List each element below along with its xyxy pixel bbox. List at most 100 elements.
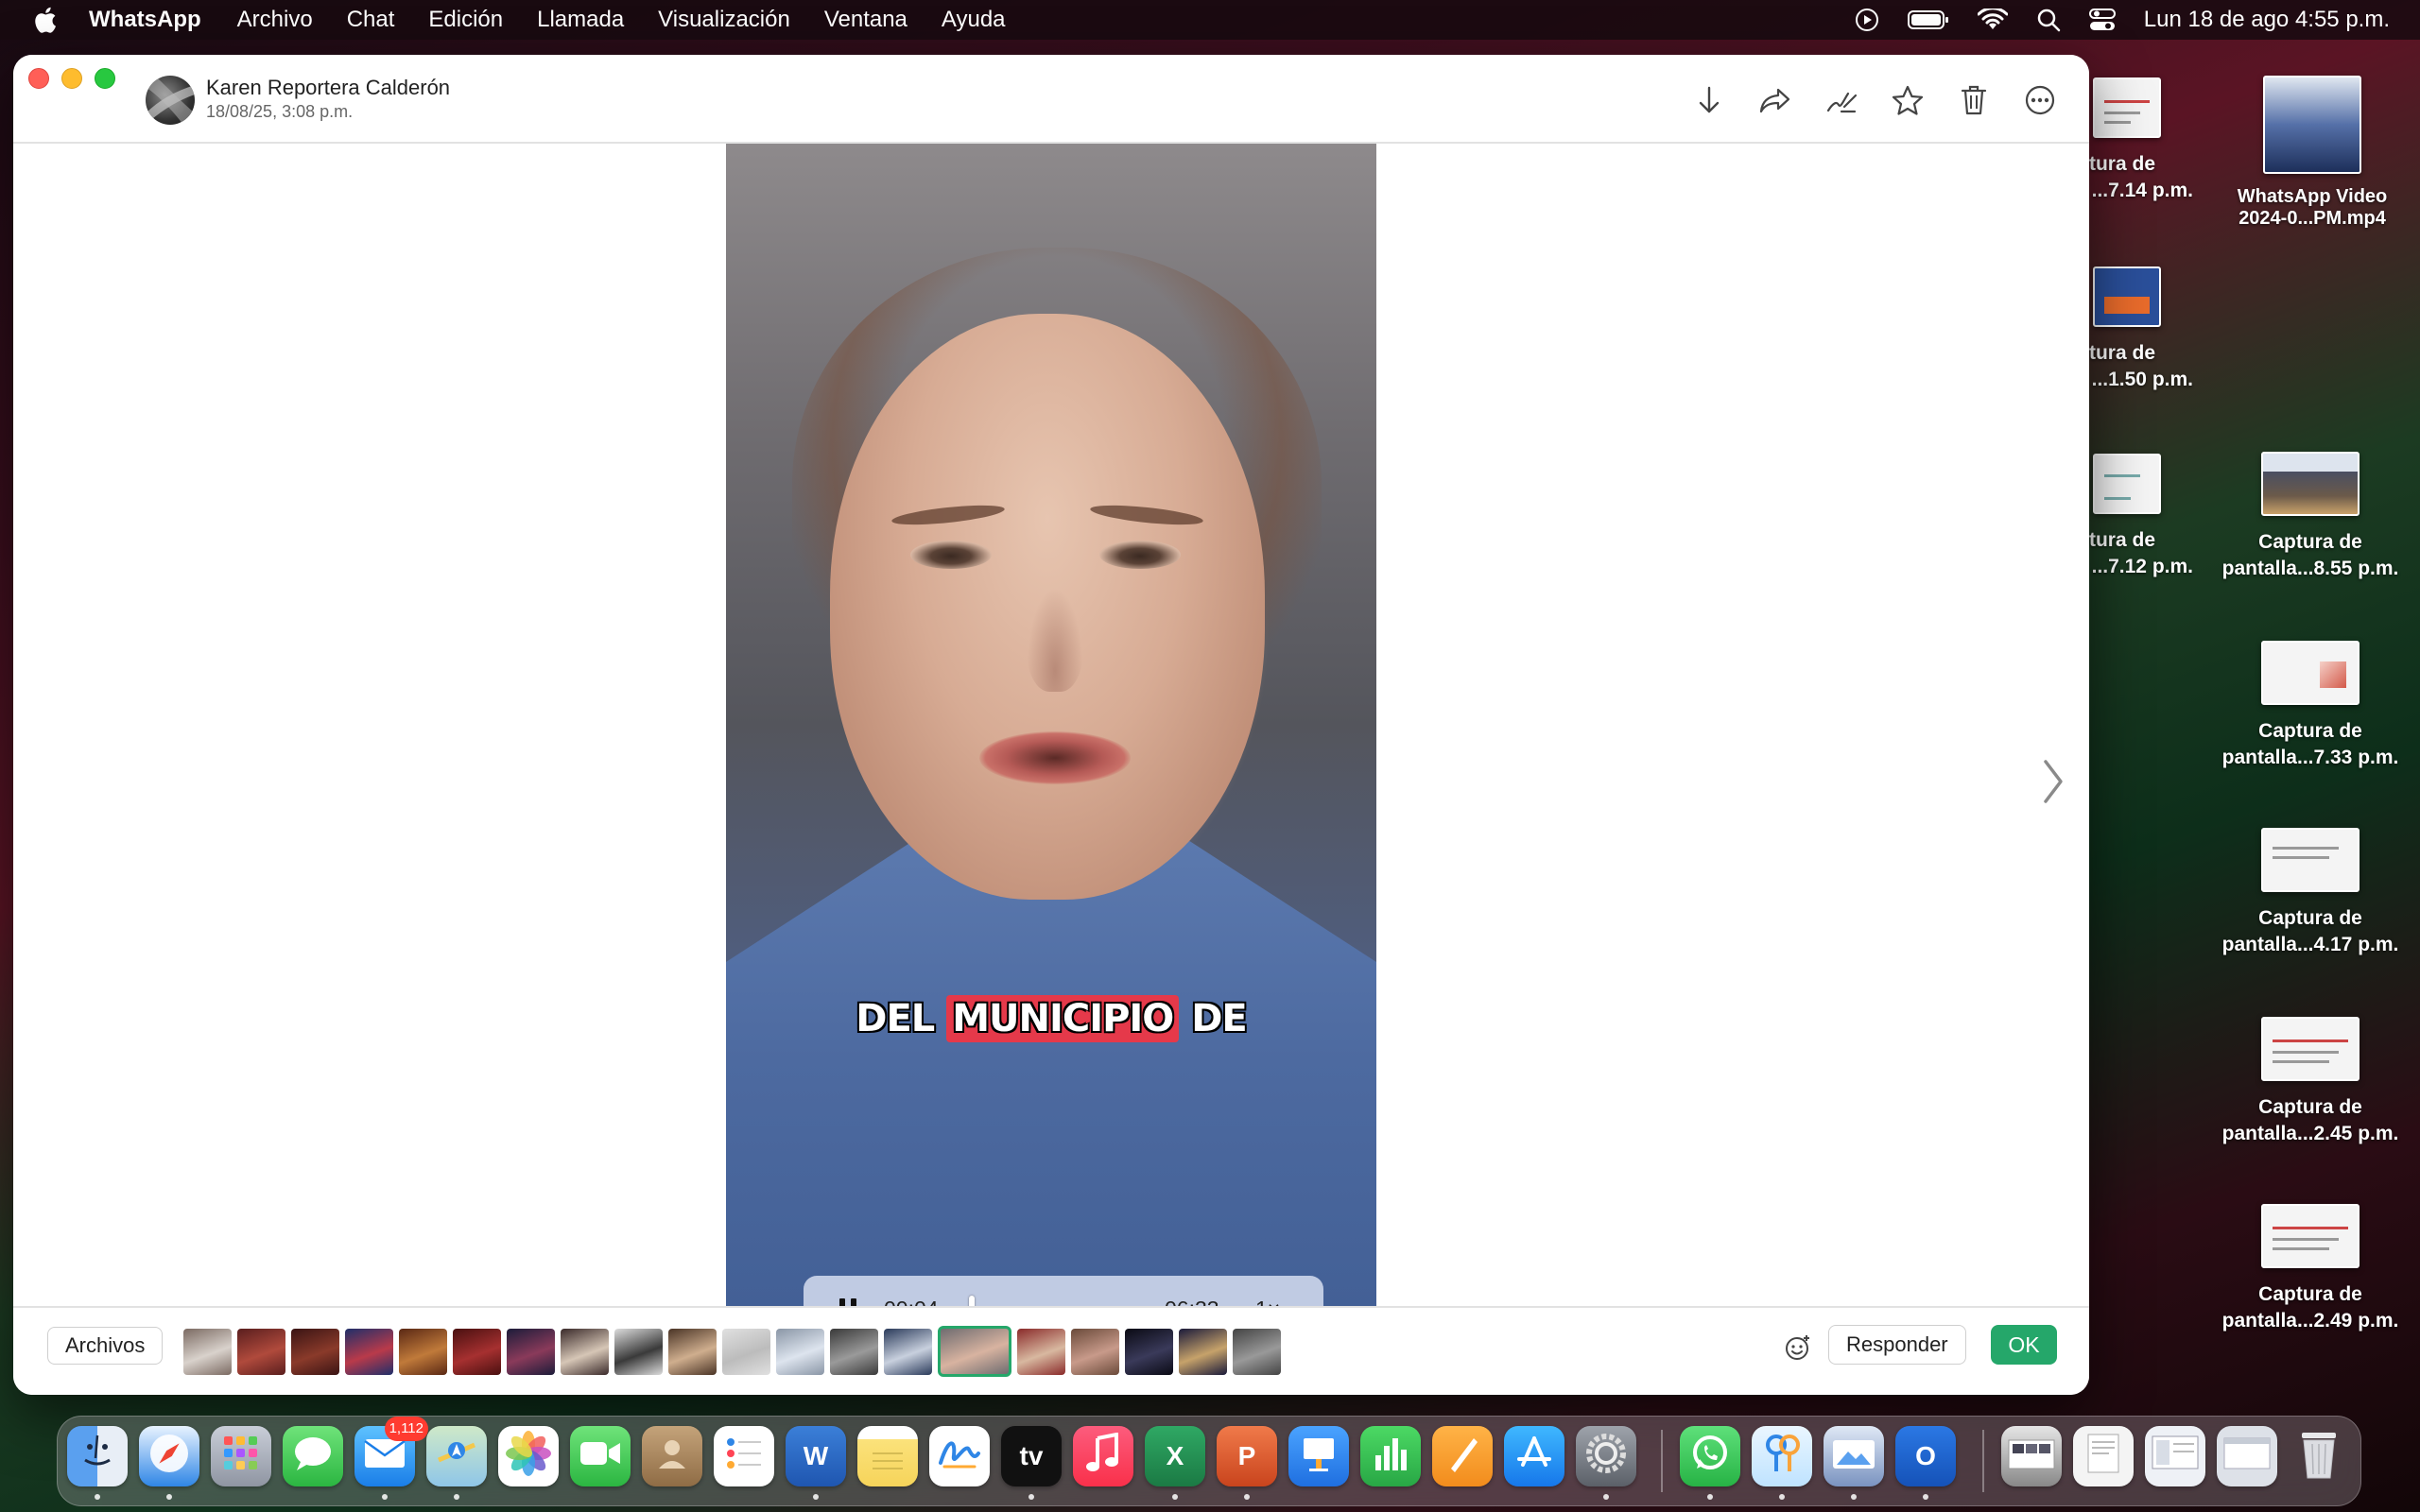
dock-maps[interactable] bbox=[426, 1426, 487, 1486]
desktop-file[interactable]: Captura de pantalla...2.45 p.m. bbox=[2206, 1017, 2414, 1147]
menu-chat[interactable]: Chat bbox=[347, 7, 395, 33]
dock-numbers[interactable] bbox=[1360, 1426, 1421, 1486]
desktop-file[interactable]: Captura de pantalla...7.33 p.m. bbox=[2206, 641, 2414, 771]
media-thumbnail-selected[interactable] bbox=[938, 1326, 1011, 1377]
dock-finder[interactable] bbox=[67, 1426, 128, 1486]
music-note-icon bbox=[1084, 1432, 1122, 1481]
menu-visualizacion[interactable]: Visualización bbox=[658, 7, 790, 33]
search-icon[interactable] bbox=[2036, 8, 2061, 32]
dock-whatsapp[interactable] bbox=[1680, 1426, 1740, 1486]
media-thumbnail[interactable] bbox=[399, 1329, 447, 1375]
dock-powerpoint[interactable]: P bbox=[1217, 1426, 1277, 1486]
dock-app-store[interactable] bbox=[1504, 1426, 1564, 1486]
dock-photos[interactable] bbox=[498, 1426, 559, 1486]
dock-preview[interactable] bbox=[1824, 1426, 1884, 1486]
dock-outlook[interactable]: O bbox=[1895, 1426, 1956, 1486]
media-thumbnail[interactable] bbox=[345, 1329, 393, 1375]
file-thumbnail bbox=[2261, 1204, 2360, 1268]
viewer-titlebar: Karen Reportera Calderón 18/08/25, 3:08 … bbox=[13, 55, 2089, 144]
dock-recent-file[interactable] bbox=[2001, 1426, 2062, 1486]
more-options-button[interactable] bbox=[2021, 83, 2059, 121]
dock-launchpad[interactable] bbox=[211, 1426, 271, 1486]
apple-menu-icon[interactable] bbox=[32, 6, 59, 34]
dock-music[interactable] bbox=[1073, 1426, 1133, 1486]
close-window-button[interactable] bbox=[28, 68, 49, 89]
files-button[interactable]: Archivos bbox=[47, 1327, 164, 1365]
media-thumbnail[interactable] bbox=[237, 1329, 285, 1375]
dock-contacts[interactable] bbox=[642, 1426, 702, 1486]
media-thumbnail[interactable] bbox=[668, 1329, 717, 1375]
markup-button[interactable] bbox=[1823, 83, 1860, 121]
forward-button[interactable] bbox=[1756, 83, 1794, 121]
delete-button[interactable] bbox=[1955, 83, 1993, 121]
video-frame[interactable]: DEL MUNICIPIO DE bbox=[726, 144, 1376, 1306]
menu-llamada[interactable]: Llamada bbox=[537, 7, 624, 33]
desktop-file[interactable]: Captura de pantalla...8.55 p.m. bbox=[2206, 452, 2414, 582]
media-thumbnail[interactable] bbox=[1179, 1329, 1227, 1375]
media-thumbnail[interactable] bbox=[1125, 1329, 1173, 1375]
app-store-icon bbox=[1513, 1433, 1555, 1481]
dock-messages[interactable] bbox=[283, 1426, 343, 1486]
media-thumbnail[interactable] bbox=[507, 1329, 555, 1375]
dock-trash[interactable] bbox=[2289, 1426, 2349, 1486]
contact-avatar[interactable] bbox=[146, 76, 195, 125]
play-circle-icon[interactable] bbox=[1855, 8, 1879, 32]
mail-envelope-icon bbox=[363, 1437, 406, 1476]
dock-reminders[interactable] bbox=[714, 1426, 774, 1486]
video-thumbnail bbox=[2263, 76, 2361, 174]
dock-passwords[interactable] bbox=[1752, 1426, 1812, 1486]
ok-button[interactable]: OK bbox=[1991, 1325, 2057, 1365]
battery-icon[interactable] bbox=[1907, 9, 1949, 30]
dock-recent-file[interactable] bbox=[2073, 1426, 2134, 1486]
download-button[interactable] bbox=[1690, 83, 1728, 121]
star-button[interactable] bbox=[1889, 83, 1927, 121]
media-thumbnail[interactable] bbox=[722, 1329, 770, 1375]
dock-recent-file[interactable] bbox=[2217, 1426, 2277, 1486]
dock-pages[interactable] bbox=[1432, 1426, 1493, 1486]
desktop-file[interactable]: Captura de pantalla...4.17 p.m. bbox=[2206, 828, 2414, 958]
media-thumbnail[interactable] bbox=[884, 1329, 932, 1375]
menu-edicion[interactable]: Edición bbox=[428, 7, 503, 33]
dock-facetime[interactable] bbox=[570, 1426, 631, 1486]
menu-ayuda[interactable]: Ayuda bbox=[942, 7, 1006, 33]
dock-excel[interactable]: X bbox=[1145, 1426, 1205, 1486]
dock-keynote[interactable] bbox=[1288, 1426, 1349, 1486]
excel-app-icon: X bbox=[1166, 1441, 1184, 1470]
gear-icon bbox=[1583, 1431, 1629, 1483]
media-thumbnail[interactable] bbox=[614, 1329, 663, 1375]
minimize-window-button[interactable] bbox=[61, 68, 82, 89]
file-label-line2: pantalla...8.55 p.m. bbox=[2221, 558, 2399, 579]
file-thumbnail bbox=[2261, 1017, 2360, 1081]
menu-ventana[interactable]: Ventana bbox=[824, 7, 908, 33]
dock-notes[interactable] bbox=[857, 1426, 918, 1486]
control-center-icon[interactable] bbox=[2088, 8, 2116, 32]
dock-apple-tv[interactable]: tv bbox=[1001, 1426, 1062, 1486]
wifi-icon[interactable] bbox=[1977, 9, 2008, 31]
next-media-button[interactable] bbox=[2038, 758, 2066, 805]
zoom-window-button[interactable] bbox=[95, 68, 115, 89]
media-thumbnail[interactable] bbox=[561, 1329, 609, 1375]
menu-app-name[interactable]: WhatsApp bbox=[89, 7, 201, 33]
video-subject-eye bbox=[910, 541, 992, 569]
trash-icon bbox=[2296, 1425, 2342, 1488]
dock-mail[interactable]: 1,112 bbox=[354, 1417, 428, 1486]
media-thumbnail[interactable] bbox=[776, 1329, 824, 1375]
desktop-file[interactable]: Captura de pantalla...2.49 p.m. bbox=[2206, 1204, 2414, 1334]
media-thumbnail[interactable] bbox=[291, 1329, 339, 1375]
menu-clock[interactable]: Lun 18 de ago 4:55 p.m. bbox=[2144, 7, 2390, 33]
media-thumbnail[interactable] bbox=[1071, 1329, 1119, 1375]
media-thumbnail[interactable] bbox=[453, 1329, 501, 1375]
media-thumbnail[interactable] bbox=[183, 1329, 232, 1375]
desktop-file-video[interactable]: WhatsApp Video 2024-0...PM.mp4 bbox=[2208, 76, 2416, 231]
media-thumbnail[interactable] bbox=[1017, 1329, 1065, 1375]
dock-recent-file[interactable] bbox=[2145, 1426, 2205, 1486]
react-emoji-button[interactable] bbox=[1783, 1332, 1813, 1363]
media-thumbnail[interactable] bbox=[1233, 1329, 1281, 1375]
dock-system-settings[interactable] bbox=[1576, 1426, 1636, 1486]
menu-archivo[interactable]: Archivo bbox=[237, 7, 313, 33]
dock-freeform[interactable] bbox=[929, 1426, 990, 1486]
dock-safari[interactable] bbox=[139, 1426, 199, 1486]
reply-button[interactable]: Responder bbox=[1828, 1325, 1966, 1365]
dock-word[interactable]: W bbox=[786, 1426, 846, 1486]
media-thumbnail[interactable] bbox=[830, 1329, 878, 1375]
